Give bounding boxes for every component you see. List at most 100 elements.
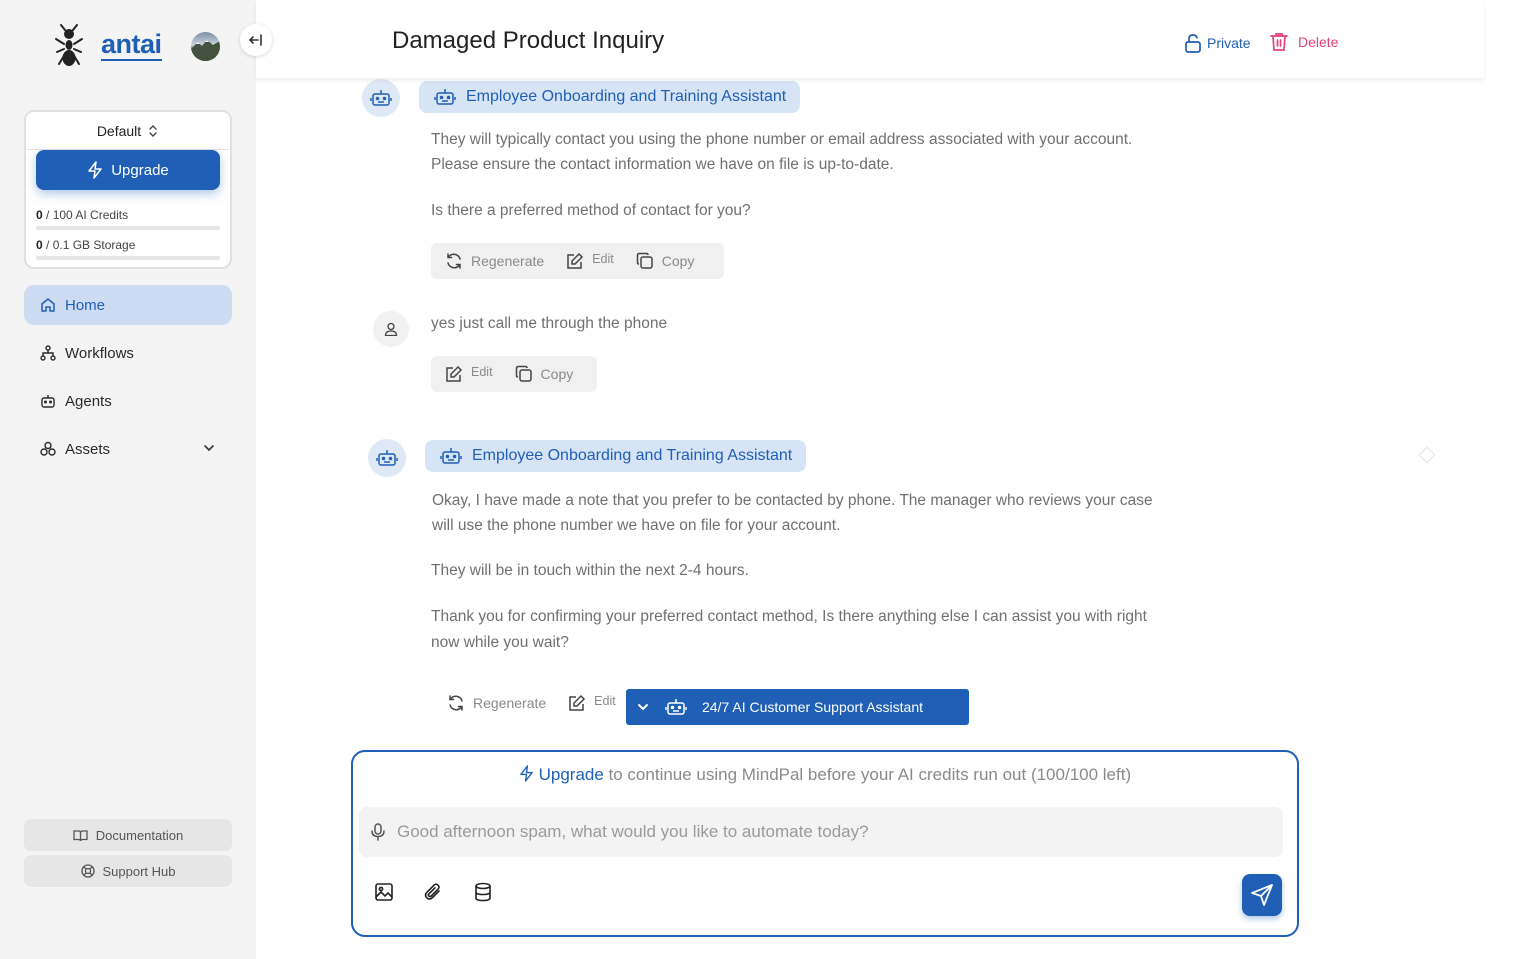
agent-name: Employee Onboarding and Training Assista… [466,88,787,105]
brand-name[interactable]: antai [101,29,162,61]
storage-meter: 0 / 0.1 GB Storage [36,238,220,260]
regenerate-label: Regenerate [473,695,547,711]
workspace-avatar[interactable] [191,32,220,61]
message-composer: Upgrade to continue using MindPal before… [351,750,1299,937]
ant-logo-icon [55,24,83,66]
paperclip-icon [424,883,440,900]
credits-total: / 100 AI Credits [42,208,129,222]
lifebuoy-icon [80,864,95,878]
robot-icon [665,699,687,715]
nav-label-home: Home [65,296,106,314]
image-icon [375,883,393,901]
database-icon [475,882,491,902]
nav-label-workflows: Workflows [65,344,134,362]
user-icon [384,322,398,336]
refresh-icon [447,253,461,269]
delete-button[interactable]: Delete [1270,32,1338,52]
message-actions: Regenerate Edit [433,685,633,721]
copy-icon [636,252,653,269]
storage-used: 0 [36,238,43,252]
selected-agent-label: 24/7 AI Customer Support Assistant [702,699,924,715]
home-icon [41,298,55,312]
workspace-select[interactable]: Default [26,112,230,150]
edit-icon [446,365,463,382]
regenerate-button[interactable]: Regenerate [447,694,546,712]
workspace-label: Default [96,122,142,139]
nav-label-assets: Assets [65,440,111,458]
chevron-down-icon[interactable] [202,441,216,455]
documentation-label: Documentation [95,827,184,843]
message-input[interactable] [397,822,1257,842]
copy-button[interactable]: Copy [515,365,574,383]
upgrade-link[interactable]: Upgrade [539,765,604,784]
lightning-icon [88,161,102,179]
page-title: Damaged Product Inquiry [392,27,665,54]
copy-icon [515,365,532,382]
documentation-button[interactable]: Documentation [24,819,232,851]
edit-label: Edit [592,252,614,266]
arrow-left-bar-icon [248,34,262,46]
plan-card: Default Upgrade 0 / 100 AI Credits 0 / 0… [24,110,232,269]
trash-icon [1270,33,1288,51]
nav-item-agents[interactable]: Agents [24,381,232,421]
chat-header: Damaged Product Inquiry Private Delete [256,0,1484,78]
support-hub-label: Support Hub [102,863,176,879]
copy-label: Copy [540,366,574,382]
nav-item-workflows[interactable]: Workflows [24,333,232,373]
copy-button[interactable]: Copy [636,252,694,270]
private-button[interactable]: Private [1184,33,1251,53]
edit-icon [567,252,584,269]
agent-chip[interactable]: Employee Onboarding and Training Assista… [425,440,807,472]
credits-used: 0 [36,208,43,222]
edit-icon [569,694,586,711]
image-upload-button[interactable] [372,880,396,904]
agent-selector-dropdown[interactable]: 24/7 AI Customer Support Assistant [626,689,969,725]
robot-icon [370,90,392,106]
upgrade-label: Upgrade [111,161,169,179]
user-avatar [373,311,409,347]
storage-total: / 0.1 GB Storage [42,238,136,252]
nav-item-assets[interactable]: Assets [24,429,232,469]
assets-icon [40,441,56,456]
agent-name: Employee Onboarding and Training Assista… [472,447,793,464]
attach-file-button[interactable] [421,880,445,904]
assistant-avatar [362,79,400,117]
user-message-text: yes just call me through the phone [431,315,668,332]
storage-progress-bar [36,256,220,260]
collapse-sidebar-button[interactable] [240,24,272,56]
refresh-icon [449,695,463,711]
send-button[interactable] [1242,874,1282,916]
message-paragraph: Is there a preferred method of contact f… [431,202,751,219]
robot-icon [41,395,55,408]
message-actions: Edit Copy [431,356,597,392]
sidebar: antai Default Upgrade 0 / 100 AI Credits… [0,0,272,959]
robot-icon [440,448,462,464]
edit-label: Edit [471,365,493,379]
assistant-avatar [368,439,406,477]
edit-button[interactable]: Edit [445,365,493,383]
book-icon [73,829,88,841]
delete-label: Delete [1298,34,1339,50]
microphone-icon[interactable] [371,823,385,841]
upgrade-button[interactable]: Upgrade [36,150,220,190]
lightning-icon [520,765,533,782]
upgrade-notice-text: to continue using MindPal before your AI… [603,765,1132,784]
credits-progress-bar [36,226,220,230]
knowledge-base-button[interactable] [471,880,495,904]
support-hub-button[interactable]: Support Hub [24,855,232,887]
edit-button[interactable]: Edit [568,694,616,712]
send-icon [1251,884,1273,906]
edit-button[interactable]: Edit [566,252,614,270]
private-label: Private [1207,35,1251,51]
message-paragraph: Okay, I have made a note that you prefer… [432,492,1153,534]
nav-item-home[interactable]: Home [24,285,232,325]
message-actions: Regenerate Edit Copy [431,243,724,279]
credits-meter: 0 / 100 AI Credits [36,208,220,230]
message-paragraph: Thank you for confirming your preferred … [431,608,1147,651]
regenerate-button[interactable]: Regenerate [445,252,544,270]
agent-chip[interactable]: Employee Onboarding and Training Assista… [419,81,801,113]
robot-icon [376,450,398,466]
scroll-indicator [1418,446,1436,464]
message-input-row [359,807,1283,857]
upgrade-notice: Upgrade to continue using MindPal before… [353,764,1297,785]
